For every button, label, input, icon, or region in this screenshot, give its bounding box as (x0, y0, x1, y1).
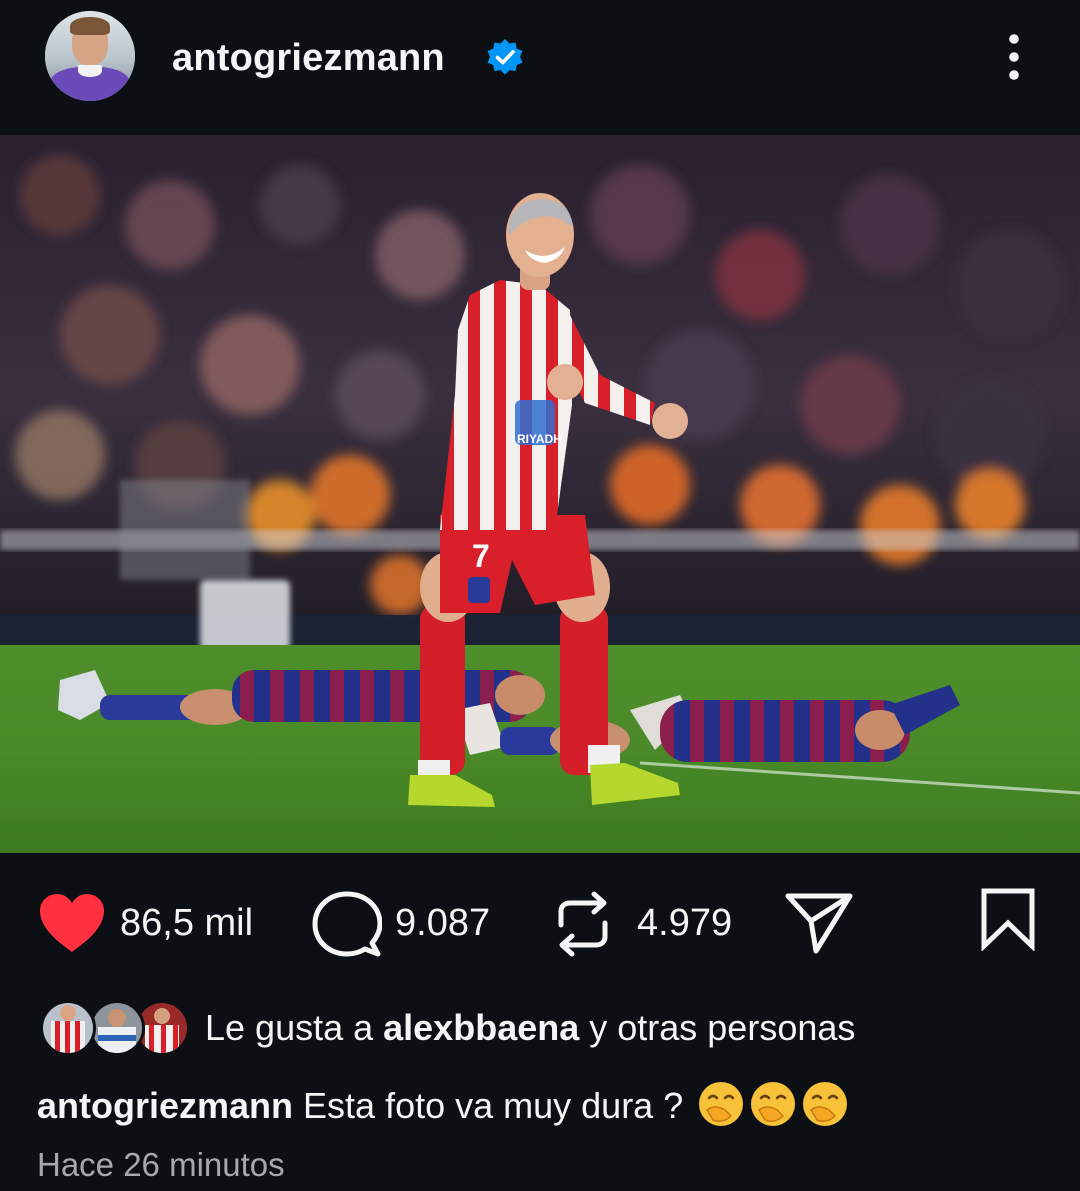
post-caption: antogriezmann Esta foto va muy dura ? (37, 1080, 849, 1128)
bookmark-icon[interactable] (979, 887, 1037, 951)
liker-avatar (89, 1000, 145, 1056)
liked-by-suffix[interactable]: y otras personas (579, 1007, 855, 1048)
heart-icon[interactable] (36, 891, 108, 955)
likes-count[interactable]: 86,5 mil (120, 901, 253, 945)
profile-avatar[interactable] (45, 11, 135, 101)
post-timestamp: Hace 26 minutos (37, 1146, 285, 1183)
caption-emoji (693, 1082, 849, 1126)
post-photo[interactable]: 7 RIYADH (0, 135, 1080, 853)
hand-over-mouth-emoji-icon (803, 1082, 848, 1126)
comment-icon[interactable] (312, 891, 382, 959)
more-vertical-icon[interactable] (996, 30, 1032, 84)
caption-text: Esta foto va muy dura ? (293, 1085, 684, 1126)
caption-username[interactable]: antogriezmann (37, 1085, 293, 1126)
hand-over-mouth-emoji-icon (699, 1082, 744, 1126)
action-bar: 86,5 mil 9.087 4.979 (0, 853, 1080, 993)
post-header: antogriezmann (0, 0, 1080, 135)
jersey-number: 7 (472, 538, 490, 574)
comments-count[interactable]: 9.087 (395, 901, 490, 945)
liked-by-text: Le gusta a alexbbaena y otras personas (205, 1007, 855, 1049)
share-icon[interactable] (784, 891, 854, 955)
hand-over-mouth-emoji-icon (751, 1082, 796, 1126)
liked-by-row[interactable]: Le gusta a alexbbaena y otras personas (0, 993, 1080, 1063)
reposts-count[interactable]: 4.979 (637, 901, 732, 945)
liked-by-prefix: Le gusta a (205, 1007, 384, 1048)
verified-badge-icon (487, 39, 523, 75)
post-username[interactable]: antogriezmann (172, 36, 445, 80)
liked-by-user[interactable]: alexbbaena (383, 1007, 579, 1048)
sponsor-text: RIYADH (517, 432, 562, 446)
repost-icon[interactable] (553, 891, 613, 957)
liker-avatar (40, 1000, 96, 1056)
